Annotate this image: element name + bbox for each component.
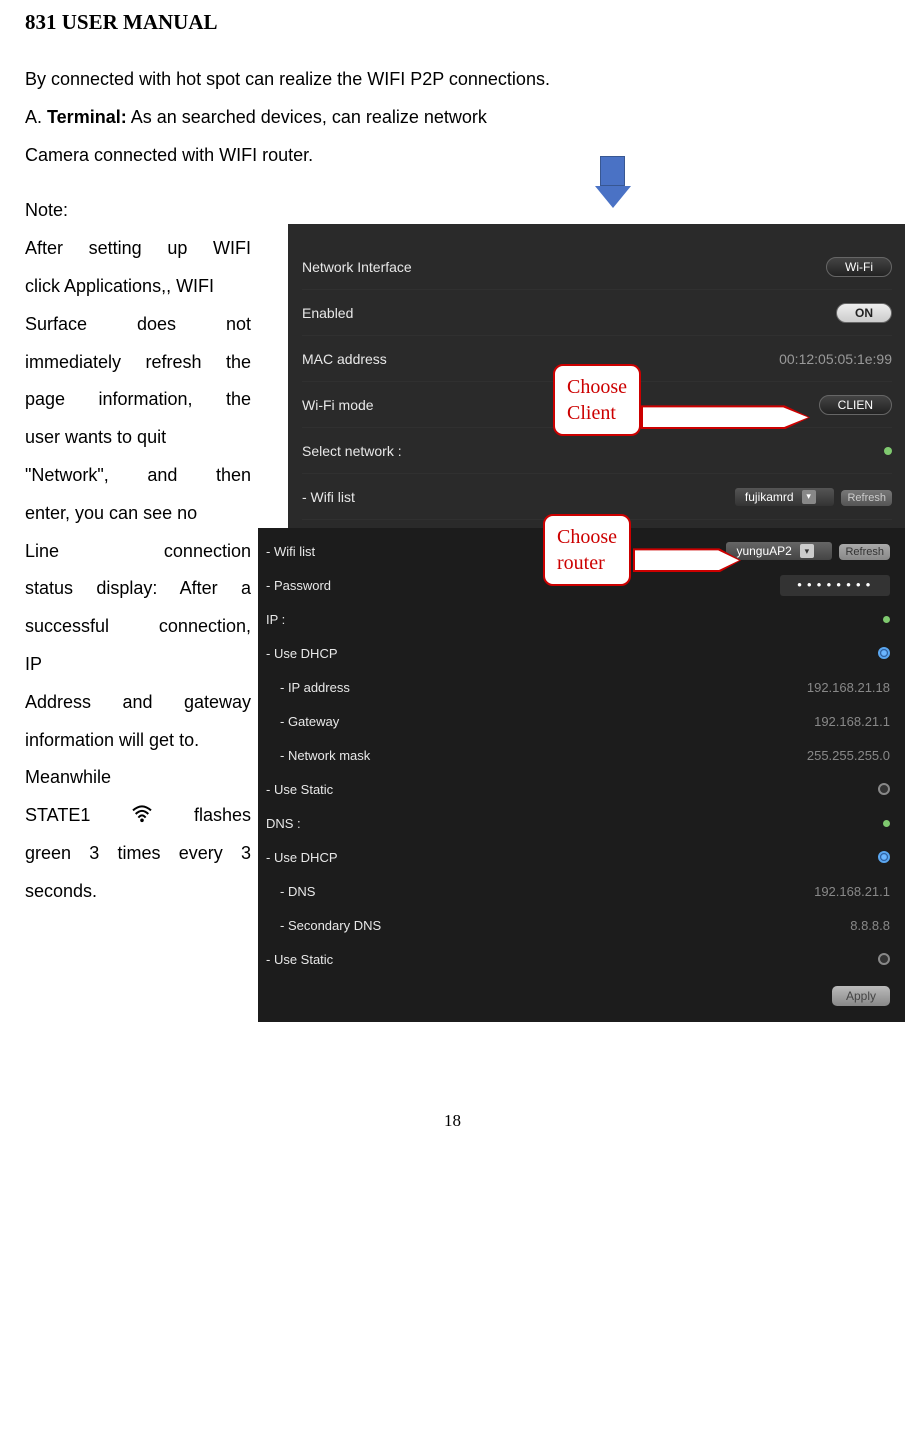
network-panel-bottom: - Wifi list yunguAP2 ▾ Refresh - Passwor… [258, 528, 905, 1022]
wifi-mode-select[interactable]: CLIEN [819, 395, 892, 415]
page-title: 831 USER MANUAL [25, 10, 880, 35]
note-line: page information, the [25, 381, 251, 419]
arrow-down-icon [595, 156, 630, 208]
note-line: green 3 times every 3 [25, 835, 251, 873]
wifi-list-label-1: - Wifi list [302, 489, 355, 505]
gateway-value: 192.168.21.1 [814, 714, 890, 729]
use-dhcp2-label: - Use DHCP [266, 850, 338, 865]
password-label: - Password [266, 578, 331, 593]
wifi-list-label-2: - Wifi list [266, 544, 315, 559]
use-static2-label: - Use Static [266, 952, 333, 967]
note-line: Line connection [25, 533, 251, 571]
enabled-toggle[interactable]: ON [836, 303, 892, 323]
network-interface-label: Network Interface [302, 259, 412, 275]
dns-value: 192.168.21.1 [814, 884, 890, 899]
secondary-dns-value: 8.8.8.8 [850, 918, 890, 933]
note-line: immediately refresh the [25, 344, 251, 382]
note-line: After setting up WIFI [25, 230, 251, 268]
status-dot-icon [883, 616, 890, 623]
secondary-dns-label: - Secondary DNS [266, 918, 381, 933]
use-dhcp-label: - Use DHCP [266, 646, 338, 661]
note-line: IP [25, 646, 251, 684]
use-static-label: - Use Static [266, 782, 333, 797]
ip-address-label: - IP address [266, 680, 350, 695]
callout-pointer [635, 550, 739, 570]
intro-line2: A. Terminal: As an searched devices, can… [25, 99, 880, 137]
note-line: user wants to quit [25, 419, 251, 457]
note-line: status display: After a [25, 570, 251, 608]
dns-label: - DNS [266, 884, 315, 899]
note-line: "Network", and then [25, 457, 251, 495]
intro-paragraph: By connected with hot spot can realize t… [25, 61, 880, 174]
netmask-value: 255.255.255.0 [807, 748, 890, 763]
gateway-label: - Gateway [266, 714, 339, 729]
password-input[interactable]: •••••••• [780, 575, 890, 596]
intro-line3: Camera connected with WIFI router. [25, 137, 880, 175]
note-line: Address and gateway [25, 684, 251, 722]
wifi-icon [131, 805, 153, 823]
use-static2-radio[interactable] [878, 953, 890, 965]
apply-button[interactable]: Apply [832, 986, 890, 1006]
note-line: successful connection, [25, 608, 251, 646]
chevron-down-icon: ▾ [802, 490, 816, 504]
mac-address-label: MAC address [302, 351, 387, 367]
use-dhcp2-radio[interactable] [878, 851, 890, 863]
use-dhcp-radio[interactable] [878, 647, 890, 659]
intro-line1: By connected with hot spot can realize t… [25, 61, 880, 99]
status-dot-icon [884, 447, 892, 455]
note-line: STATE1 flashes [25, 797, 251, 835]
note-line: Surface does not [25, 306, 251, 344]
wifi-network-select-2[interactable]: yunguAP2 ▾ [726, 542, 831, 560]
page-number: 18 [25, 1111, 880, 1131]
note-line: information will get to. [25, 722, 251, 760]
callout-choose-router: Choose router [543, 514, 631, 586]
chevron-down-icon: ▾ [800, 544, 814, 558]
netmask-label: - Network mask [266, 748, 370, 763]
network-interface-select[interactable]: Wi-Fi [826, 257, 892, 277]
ip-address-value: 192.168.21.18 [807, 680, 890, 695]
note-line: click Applications,, WIFI [25, 268, 251, 306]
callout-pointer [643, 407, 808, 427]
select-network-label: Select network : [302, 443, 402, 459]
wifi-mode-label: Wi-Fi mode [302, 397, 374, 413]
note-line: seconds. [25, 873, 251, 911]
wifi-network-select-1[interactable]: fujikamrd ▾ [735, 488, 834, 506]
status-dot-icon [883, 820, 890, 827]
callout-choose-client: Choose Client [553, 364, 641, 436]
refresh-button-2[interactable]: Refresh [839, 544, 890, 560]
mac-address-value: 00:12:05:05:1e:99 [779, 351, 892, 367]
dns-section-label: DNS : [266, 816, 301, 831]
note-heading: Note: [25, 192, 251, 230]
network-panel-top: Network Interface Wi-Fi Enabled ON MAC a… [288, 224, 905, 530]
refresh-button-1[interactable]: Refresh [841, 490, 892, 506]
note-line: enter, you can see no [25, 495, 251, 533]
note-column: Note: After setting up WIFI click Applic… [25, 192, 253, 910]
note-line: Meanwhile [25, 759, 251, 797]
use-static-radio[interactable] [878, 783, 890, 795]
ip-section-label: IP : [266, 612, 285, 627]
enabled-label: Enabled [302, 305, 353, 321]
